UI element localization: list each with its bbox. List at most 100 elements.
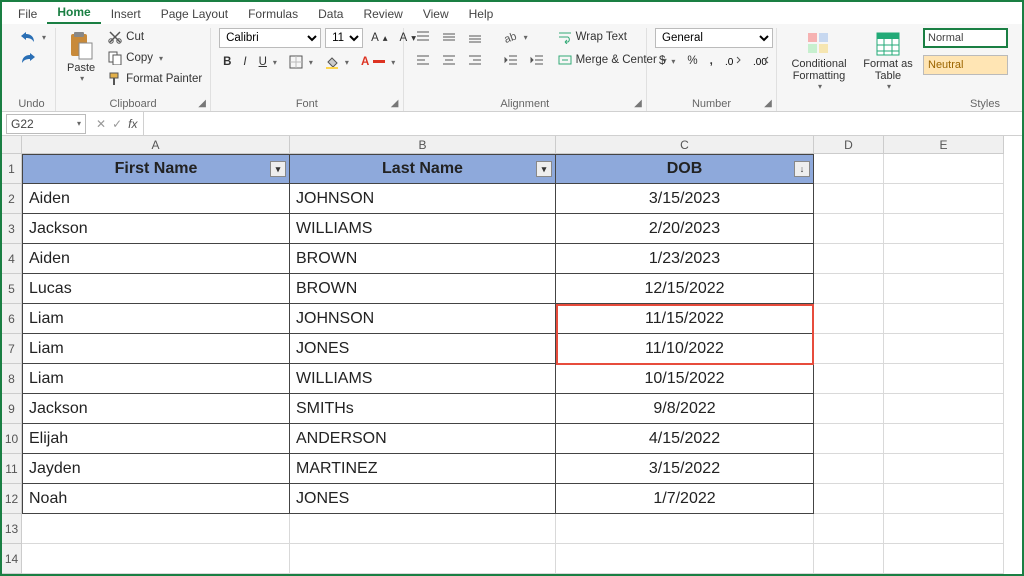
cell[interactable] [884, 424, 1004, 454]
tab-help[interactable]: Help [459, 4, 504, 24]
row-header-7[interactable]: 7 [2, 334, 21, 364]
row-header-8[interactable]: 8 [2, 364, 21, 394]
cell[interactable]: Jayden [22, 454, 290, 484]
cell[interactable] [884, 364, 1004, 394]
tab-review[interactable]: Review [353, 4, 412, 24]
cell[interactable]: Aiden [22, 244, 290, 274]
row-header-14[interactable]: 14 [2, 544, 21, 574]
cell[interactable] [884, 244, 1004, 274]
format-painter-button[interactable]: Format Painter [104, 70, 206, 88]
cell[interactable]: DOB↓ [556, 154, 814, 184]
cancel-formula-icon[interactable]: ✕ [96, 117, 106, 131]
cell[interactable]: SMITHs [290, 394, 556, 424]
cell[interactable]: 10/15/2022 [556, 364, 814, 394]
formula-input[interactable] [143, 112, 1022, 135]
row-header-3[interactable]: 3 [2, 214, 21, 244]
cells-area[interactable]: First Name▾Last Name▾DOB↓AidenJOHNSON3/1… [22, 154, 1004, 574]
undo-button[interactable]: ▾ [16, 28, 50, 46]
cell[interactable] [814, 244, 884, 274]
row-header-12[interactable]: 12 [2, 484, 21, 514]
row-header-2[interactable]: 2 [2, 184, 21, 214]
cell[interactable]: MARTINEZ [290, 454, 556, 484]
cell[interactable] [884, 334, 1004, 364]
cell[interactable]: WILLIAMS [290, 214, 556, 244]
col-header-E[interactable]: E [884, 136, 1004, 153]
tab-view[interactable]: View [413, 4, 459, 24]
conditional-formatting-button[interactable]: Conditional Formatting▾ [785, 28, 853, 94]
align-top-icon[interactable] [412, 28, 434, 46]
alignment-dialog-launcher[interactable]: ◢ [632, 97, 644, 109]
align-right-icon[interactable] [464, 51, 486, 69]
cell[interactable] [22, 514, 290, 544]
style-neutral[interactable]: Neutral [923, 55, 1008, 75]
cell[interactable] [884, 484, 1004, 514]
tab-formulas[interactable]: Formulas [238, 4, 308, 24]
bold-button[interactable]: B [219, 54, 235, 70]
cell[interactable]: 9/8/2022 [556, 394, 814, 424]
copy-button[interactable]: Copy▾ [104, 49, 206, 67]
cell[interactable]: Noah [22, 484, 290, 514]
cell[interactable]: Aiden [22, 184, 290, 214]
cell[interactable]: Last Name▾ [290, 154, 556, 184]
row-header-13[interactable]: 13 [2, 514, 21, 544]
cell[interactable]: 2/20/2023 [556, 214, 814, 244]
cell[interactable]: 11/15/2022 [556, 304, 814, 334]
cell[interactable] [556, 544, 814, 574]
cell[interactable]: First Name▾ [22, 154, 290, 184]
cell[interactable]: Lucas [22, 274, 290, 304]
cell[interactable] [22, 544, 290, 574]
cell[interactable]: 3/15/2023 [556, 184, 814, 214]
cell[interactable]: 3/15/2022 [556, 454, 814, 484]
align-left-icon[interactable] [412, 51, 434, 69]
font-name-select[interactable]: Calibri [219, 28, 321, 48]
increase-indent-icon[interactable] [526, 51, 548, 69]
cell[interactable] [814, 544, 884, 574]
row-header-5[interactable]: 5 [2, 274, 21, 304]
style-normal[interactable]: Normal [923, 28, 1008, 48]
tab-file[interactable]: File [8, 4, 47, 24]
cell[interactable] [814, 334, 884, 364]
cell[interactable] [884, 274, 1004, 304]
tab-data[interactable]: Data [308, 4, 353, 24]
cell[interactable] [814, 514, 884, 544]
font-size-select[interactable]: 11 [325, 28, 363, 48]
accept-formula-icon[interactable]: ✓ [112, 117, 122, 131]
font-color-button[interactable]: A ▾ [357, 54, 399, 70]
row-header-10[interactable]: 10 [2, 424, 21, 454]
align-middle-icon[interactable] [438, 28, 460, 46]
row-header-11[interactable]: 11 [2, 454, 21, 484]
increase-font-button[interactable]: A▴ [367, 30, 391, 46]
column-headers[interactable]: A B C D E [22, 136, 1004, 154]
filter-sorted-icon[interactable]: ↓ [794, 161, 810, 177]
percent-button[interactable]: % [683, 53, 701, 69]
clipboard-dialog-launcher[interactable]: ◢ [196, 97, 208, 109]
cell[interactable] [814, 484, 884, 514]
underline-button[interactable]: U▾ [255, 54, 281, 70]
cell[interactable]: 11/10/2022 [556, 334, 814, 364]
cell[interactable]: Jackson [22, 214, 290, 244]
col-header-B[interactable]: B [290, 136, 556, 153]
cell[interactable] [814, 364, 884, 394]
align-bottom-icon[interactable] [464, 28, 486, 46]
borders-button[interactable]: ▾ [285, 53, 317, 71]
cell[interactable]: Liam [22, 334, 290, 364]
col-header-D[interactable]: D [814, 136, 884, 153]
filter-icon[interactable]: ▾ [536, 161, 552, 177]
cell[interactable] [884, 304, 1004, 334]
cut-button[interactable]: Cut [104, 28, 206, 46]
cell[interactable] [814, 394, 884, 424]
number-format-select[interactable]: General [655, 28, 773, 48]
cell[interactable] [290, 514, 556, 544]
row-header-6[interactable]: 6 [2, 304, 21, 334]
row-headers[interactable]: 1234567891011121314 [2, 154, 22, 574]
cell[interactable] [884, 154, 1004, 184]
cell[interactable] [814, 184, 884, 214]
align-center-icon[interactable] [438, 51, 460, 69]
row-header-9[interactable]: 9 [2, 394, 21, 424]
row-header-1[interactable]: 1 [2, 154, 21, 184]
filter-icon[interactable]: ▾ [270, 161, 286, 177]
cell[interactable]: Elijah [22, 424, 290, 454]
currency-button[interactable]: $▾ [655, 53, 679, 69]
cell[interactable] [884, 454, 1004, 484]
cell[interactable] [884, 544, 1004, 574]
